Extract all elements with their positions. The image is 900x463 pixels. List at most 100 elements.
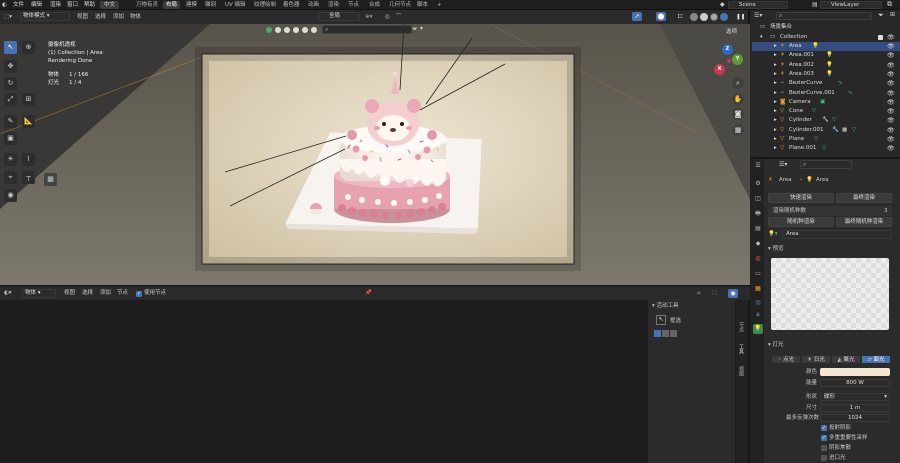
show-overlays-icon[interactable] — [284, 27, 290, 33]
outliner-row-area-003[interactable]: ▸ ☀ Area.003 💡 👁 — [752, 70, 900, 79]
tab-view[interactable]: 视图 — [738, 366, 745, 376]
xray-toggle-icon[interactable] — [293, 27, 299, 33]
filter-dropdown-icon[interactable]: ▾ — [420, 25, 423, 32]
zoom-icon[interactable]: ⌕ — [732, 77, 744, 89]
outliner-row-area[interactable]: ▸ ☀ Area 💡 👁 — [752, 42, 900, 52]
menu-render[interactable]: 渲染 — [50, 1, 61, 9]
material-shading-icon[interactable] — [710, 13, 718, 21]
camera-view-icon[interactable]: ◙ — [732, 108, 744, 120]
bone-tool-icon[interactable]: ┬ — [22, 171, 35, 184]
blender-logo-icon[interactable]: ◐ — [2, 1, 7, 9]
overlay-toggle-icon[interactable]: ⬤ — [656, 12, 666, 21]
tab-workspace-11[interactable]: 几何节点 — [386, 1, 414, 9]
collection-tab-icon[interactable]: ▭ — [753, 269, 763, 279]
light-type-area[interactable]: ▱ 面光 — [861, 355, 891, 364]
scene-tab-icon[interactable]: ◆ — [753, 239, 763, 249]
menu-edit[interactable]: 编辑 — [31, 1, 42, 9]
outliner-row-area-001[interactable]: ▸ ☀ Area.001 💡 👁 — [752, 51, 900, 60]
pause-render-icon[interactable]: ❚❚ — [736, 13, 745, 21]
tab-workspace-7[interactable]: 动画 — [305, 1, 322, 9]
exclude-checkbox[interactable] — [878, 35, 883, 40]
object-tab-icon[interactable]: ▦ — [753, 284, 763, 294]
node-menu-add[interactable]: 添加 — [100, 289, 111, 297]
select-mode-new-icon[interactable] — [654, 330, 661, 337]
select-mode-extend-icon[interactable] — [662, 330, 669, 337]
menu-help[interactable]: 帮助 — [84, 1, 95, 9]
outliner-row-plane-001[interactable]: ▸ ▽ Plane.001 ▽ 👁 — [752, 144, 900, 153]
preview-resize-handle[interactable]: ⋯ — [828, 331, 833, 337]
menu-object[interactable]: 物体 — [130, 13, 141, 21]
gizmo-toggle-icon[interactable]: ↗ — [632, 12, 642, 21]
node-editor-type-icon[interactable]: ◐▾ — [4, 289, 12, 297]
render-tab-icon[interactable]: ◫ — [753, 194, 763, 204]
outliner-row-beziercurve[interactable]: ▸ ∽ BezierCurve ∿ 👁 — [752, 79, 900, 88]
new-collection-icon[interactable]: ⊞ — [890, 11, 895, 18]
filter-icon[interactable]: ⏷ — [412, 25, 418, 34]
visibility-eye-icon[interactable]: 👁 — [887, 51, 895, 60]
pin-icon[interactable]: 📌 — [365, 289, 372, 297]
viewport-search-input[interactable]: ⌕ — [322, 25, 412, 34]
move-tool-icon[interactable]: ✥ — [4, 60, 17, 73]
properties-pin-icon[interactable]: ☰▾ — [779, 161, 787, 168]
preview-panel-header[interactable]: ▾ 预览 — [768, 245, 784, 253]
gizmo-z-axis[interactable]: Z — [722, 44, 733, 55]
overlay-node-icon[interactable]: ⬚ — [712, 289, 717, 297]
properties-search-input[interactable]: ⌕ — [800, 160, 852, 169]
node-menu-select[interactable]: 选择 — [82, 289, 93, 297]
tab-workspace-0[interactable]: 万物有灵 — [133, 1, 161, 9]
visibility-eye-icon[interactable]: 👁 — [887, 79, 895, 88]
visibility-eye-icon[interactable]: 👁 — [887, 70, 895, 79]
max-bounces-field[interactable]: 1024 — [820, 414, 890, 422]
view-layer-tab-icon[interactable]: ▤ — [753, 224, 763, 234]
navigation-gizmo[interactable]: Z Y X — [712, 44, 746, 78]
view-layer-selector[interactable]: ViewLayer — [820, 1, 882, 9]
origin-tool-icon[interactable]: ◉ — [4, 189, 17, 202]
tab-workspace-9[interactable]: 节点 — [345, 1, 362, 9]
falloff-icon[interactable]: ⌒ — [396, 13, 402, 21]
outliner-row-cylinder-001[interactable]: ▸ ▽ Cylinder.001 🔧 ▦ ▽ 👁 — [752, 126, 900, 135]
3d-viewport[interactable]: ⌕ ⏷ ▾ ↖ ⊕ ✥ ↻ ⤢ ⊞ ✎ 📐 ▣ ☀ ⌇ ⌖ ┬ ▦ ◉ 摄像机透… — [0, 24, 750, 285]
menu-file[interactable]: 文件 — [13, 1, 24, 9]
measure-tool-icon[interactable]: 📐 — [22, 115, 35, 128]
final-random-render-button[interactable]: 最终随机种渲染 — [836, 217, 892, 227]
visibility-eye-icon[interactable]: 👁 — [887, 42, 895, 51]
visibility-eye-icon[interactable]: 👁 — [887, 126, 895, 135]
editor-type-icon[interactable]: ⬚▾ — [4, 13, 12, 21]
outliner-row-plane[interactable]: ▸ ▽ Plane ▽ 👁 — [752, 135, 900, 144]
tab-workspace-4[interactable]: UV 编辑 — [222, 1, 249, 9]
final-render-button[interactable]: 最终渲染 — [836, 193, 892, 203]
light-type-spot[interactable]: ◭ 聚光 — [831, 355, 861, 364]
annotate-tool-icon[interactable]: ✎ — [4, 115, 17, 128]
node-menu-view[interactable]: 视图 — [64, 289, 75, 297]
tab-workspace-2[interactable]: 建模 — [183, 1, 200, 9]
show-gizmo-icon[interactable] — [275, 27, 281, 33]
menu-window[interactable]: 窗口 — [67, 1, 78, 9]
outliner-row-collection[interactable]: ▾ ▭ Collection 👁 — [752, 33, 900, 42]
snap-icon[interactable]: ⊕▾ — [365, 13, 372, 21]
visibility-eye-icon[interactable]: 👁 — [887, 107, 895, 116]
curve-tool-icon[interactable]: ⌇ — [22, 153, 35, 166]
visibility-eye-icon[interactable]: 👁 — [887, 33, 895, 42]
random-seed-field[interactable]: 渲染随机种数 3 — [768, 206, 892, 216]
cast-shadow-checkbox[interactable]: ✓ — [821, 425, 827, 431]
outliner-row-cylinder[interactable]: ▸ ▽ Cylinder 🔧 ▽ 👁 — [752, 116, 900, 125]
add-workspace-button[interactable]: + — [434, 1, 445, 9]
shader-type-dropdown[interactable]: 物体 ▾ — [22, 289, 56, 298]
render-mode-icon[interactable] — [311, 27, 317, 33]
light-color-swatch[interactable] — [820, 368, 890, 376]
power-field[interactable]: 800 W — [820, 379, 890, 387]
snap-node-icon[interactable]: ⌂ — [697, 289, 701, 297]
light-panel-header[interactable]: ▾ 灯光 — [768, 341, 784, 349]
tab-workspace-10[interactable]: 合成 — [366, 1, 383, 9]
menu-language[interactable]: 中文 — [100, 1, 120, 9]
gizmo-x-axis[interactable]: X — [714, 64, 725, 75]
outliner-root-row[interactable]: ▭ 场景集合 — [752, 23, 900, 32]
quick-render-button[interactable]: 快速渲染 — [768, 193, 834, 203]
add-cube-tool-icon[interactable]: ▣ — [4, 132, 17, 145]
outliner-filter-icon[interactable]: ⏷ — [878, 11, 884, 20]
visibility-eye-icon[interactable]: 👁 — [887, 61, 895, 70]
menu-add[interactable]: 添加 — [113, 13, 124, 21]
light-type-point[interactable]: ◦ 点光 — [771, 355, 801, 364]
visibility-eye-icon[interactable]: 👁 — [887, 116, 895, 125]
rendered-shading-icon[interactable] — [720, 13, 728, 21]
